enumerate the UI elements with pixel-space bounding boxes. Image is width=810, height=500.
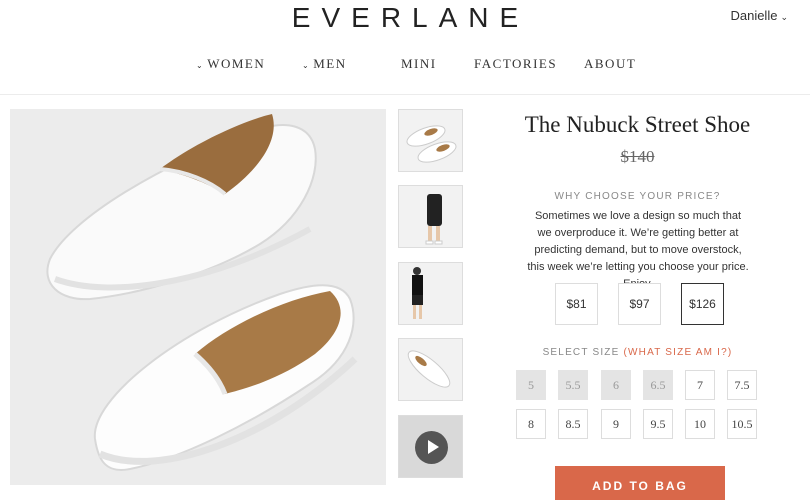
shoe-thumbnail	[399, 339, 462, 400]
size-6-5[interactable]: 6.5	[643, 370, 673, 400]
everlane-logo[interactable]: EVERLANE	[0, 2, 810, 34]
size-6[interactable]: 6	[601, 370, 631, 400]
price-option-81[interactable]: $81	[555, 283, 598, 325]
why-choose-price-link[interactable]: WHY CHOOSE YOUR PRICE?	[480, 191, 795, 202]
size-9-5[interactable]: 9.5	[643, 409, 673, 439]
size-8[interactable]: 8	[516, 409, 546, 439]
nav-about[interactable]: ABOUT	[584, 56, 636, 72]
select-size-heading: SELECT SIZE	[542, 347, 620, 358]
size-5-5[interactable]: 5.5	[558, 370, 588, 400]
model-thumbnail	[399, 263, 462, 324]
size-8-5[interactable]: 8.5	[558, 409, 588, 439]
size-10-5[interactable]: 10.5	[727, 409, 757, 439]
thumbnail-3[interactable]	[398, 262, 463, 325]
size-guide-link[interactable]: (WHAT SIZE AM I?)	[623, 347, 732, 358]
chevron-down-icon: ⌄	[196, 61, 205, 70]
original-price: $140	[620, 147, 655, 166]
product-image[interactable]	[10, 109, 386, 485]
nav-factories[interactable]: FACTORIES	[474, 56, 557, 72]
price-option-97[interactable]: $97	[618, 283, 661, 325]
video-thumbnail[interactable]	[398, 415, 463, 478]
shoe-image	[10, 109, 386, 485]
thumbnail-4[interactable]	[398, 338, 463, 401]
chevron-down-icon: ⌄	[302, 61, 311, 70]
size-7-5[interactable]: 7.5	[727, 370, 757, 400]
size-5[interactable]: 5	[516, 370, 546, 400]
model-thumbnail	[399, 186, 462, 247]
size-9[interactable]: 9	[601, 409, 631, 439]
main-nav: ⌄ WOMEN ⌄ MEN MINI FACTORIES ABOUT	[0, 56, 810, 74]
user-menu[interactable]: Danielle ⌄	[730, 8, 788, 23]
price-description: Sometimes we love a design so much that …	[527, 210, 749, 290]
select-size-label: SELECT SIZE (WHAT SIZE AM I?)	[480, 347, 795, 358]
nav-women[interactable]: ⌄ WOMEN	[196, 56, 265, 72]
add-to-bag-button[interactable]: ADD TO BAG	[555, 466, 725, 500]
size-7[interactable]: 7	[685, 370, 715, 400]
play-icon[interactable]	[415, 431, 448, 464]
product-title: The Nubuck Street Shoe	[524, 112, 751, 137]
size-10[interactable]: 10	[685, 409, 715, 439]
chevron-down-icon: ⌄	[780, 12, 788, 22]
price-option-126[interactable]: $126	[681, 283, 724, 325]
shoe-thumbnail	[399, 110, 462, 171]
header-divider	[0, 94, 810, 95]
thumbnail-1[interactable]	[398, 109, 463, 172]
thumbnail-2[interactable]	[398, 185, 463, 248]
nav-men[interactable]: ⌄ MEN	[302, 56, 347, 72]
nav-mini[interactable]: MINI	[401, 56, 437, 72]
user-name: Danielle	[730, 8, 778, 23]
